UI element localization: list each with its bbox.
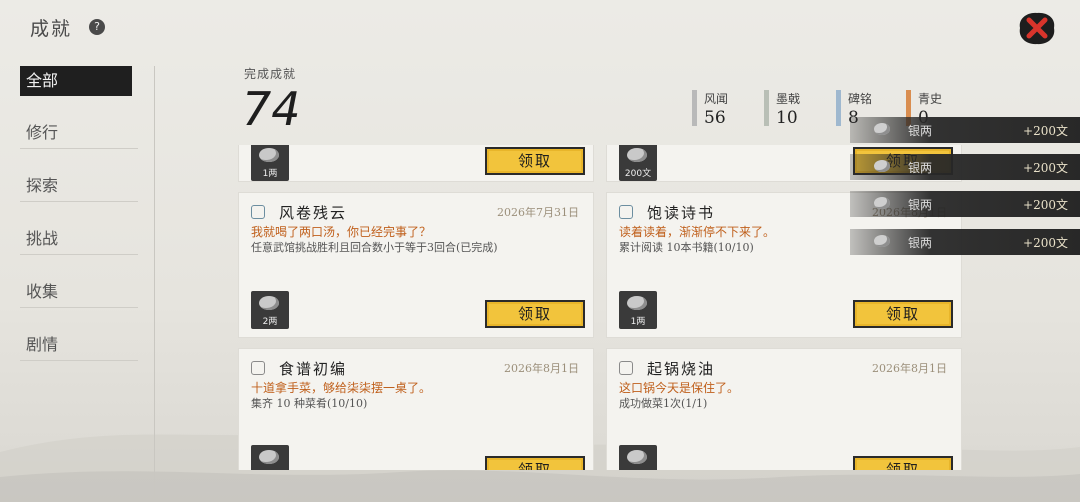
claim-button[interactable]: 领取 (485, 147, 585, 175)
silver-ingot-icon (627, 296, 647, 310)
reward-item (251, 445, 289, 470)
achievement-quote: 读着读着，渐渐停不下来了。 (619, 225, 776, 239)
achievement-date: 2026年8月1日 (504, 362, 579, 375)
silver-ingot-icon (259, 296, 279, 310)
achievement-description: 任意武馆挑战胜利且回合数小于等于3回合(已完成) (251, 241, 498, 254)
category-value: 56 (704, 108, 726, 128)
achievement-category-icon (251, 205, 265, 219)
achievement-title: 饱读诗书 (647, 204, 716, 222)
category-label: 风闻 (704, 92, 729, 106)
toast-item-name: 银两 (908, 161, 933, 175)
category-label: 墨戟 (776, 92, 801, 106)
achievement-description: 累计阅读 10本书籍(10/10) (619, 241, 754, 254)
category-value: 10 (776, 108, 798, 128)
achievement-category-icon (251, 361, 265, 375)
achievement-date: 2026年7月31日 (497, 206, 579, 219)
achievement-category-icon (619, 361, 633, 375)
toast-amount: +200文 (1023, 198, 1068, 212)
silver-ingot-icon (627, 450, 647, 464)
claim-button[interactable]: 领取 (853, 456, 953, 470)
category-color-bar (692, 90, 697, 126)
toast-amount: +200文 (1023, 161, 1068, 175)
reward-item: 200文 (619, 145, 657, 181)
silver-ingot-icon (874, 197, 890, 209)
achievement-card: 风卷残云 2026年7月31日 我就喝了两口汤，你已经完事了？ 任意武馆挑战胜利… (238, 192, 594, 338)
close-icon[interactable] (1014, 8, 1060, 48)
reward-toast: 银两 +200文 (850, 191, 1080, 217)
achievement-quote: 十道拿手菜，够给柒柒摆一桌了。 (251, 381, 432, 395)
category-label: 青史 (918, 92, 943, 106)
page-title: 成就 (30, 18, 73, 40)
achievement-date: 2026年8月1日 (872, 362, 947, 375)
reward-item: 1两 (619, 291, 657, 329)
reward-quantity: 2两 (262, 317, 278, 327)
toast-amount: +200文 (1023, 124, 1068, 138)
achievement-title: 起锅烧油 (647, 360, 716, 378)
sidebar-item-all[interactable]: 全部 (20, 66, 132, 96)
achievement-card: 起锅烧油 2026年8月1日 这口锅今天是保住了。 成功做菜1次(1/1) 领取 (606, 348, 962, 470)
category-color-bar (764, 90, 769, 126)
reward-quantity: 200文 (624, 169, 652, 179)
reward-toast: 银两 +200文 (850, 154, 1080, 180)
silver-ingot-icon (874, 235, 890, 247)
sidebar-item-challenge[interactable]: 挑战 (20, 224, 138, 255)
sidebar: 全部 修行 探索 挑战 收集 剧情 (20, 66, 155, 502)
reward-toast: 银两 +200文 (850, 117, 1080, 143)
silver-ingot-icon (259, 450, 279, 464)
reward-quantity: 1两 (262, 169, 278, 179)
claim-button[interactable]: 领取 (485, 456, 585, 470)
category-label: 碑铭 (848, 92, 873, 106)
achievement-title: 食谱初编 (279, 360, 348, 378)
achievement-card: 食谱初编 2026年8月1日 十道拿手菜，够给柒柒摆一桌了。 集齐 10 种菜肴… (238, 348, 594, 470)
reward-item (619, 445, 657, 470)
silver-ingot-icon (874, 160, 890, 172)
sidebar-item-story[interactable]: 剧情 (20, 330, 138, 361)
reward-item: 1两 (251, 145, 289, 181)
toast-amount: +200文 (1023, 236, 1068, 250)
silver-ingot-icon (627, 148, 647, 162)
achievement-card: 1两 领取 (238, 145, 594, 182)
achievement-category-icon (619, 205, 633, 219)
help-icon[interactable]: ? (89, 19, 105, 35)
toast-item-name: 银两 (908, 236, 933, 250)
category-color-bar (836, 90, 841, 126)
achievement-description: 成功做菜1次(1/1) (619, 397, 708, 410)
sidebar-item-explore[interactable]: 探索 (20, 171, 138, 202)
category-moji: 墨戟 10 (764, 90, 824, 128)
claim-button[interactable]: 领取 (853, 300, 953, 328)
reward-toast: 银两 +200文 (850, 229, 1080, 255)
sidebar-item-cultivation[interactable]: 修行 (20, 118, 138, 149)
toast-item-name: 银两 (908, 198, 933, 212)
reward-quantity: 1两 (630, 317, 646, 327)
silver-ingot-icon (259, 148, 279, 162)
category-fengwen: 风闻 56 (692, 90, 752, 128)
achievement-quote: 我就喝了两口汤，你已经完事了？ (251, 225, 432, 239)
toast-item-name: 银两 (908, 124, 933, 138)
achievement-title: 风卷残云 (279, 204, 348, 222)
achievement-quote: 这口锅今天是保住了。 (619, 381, 740, 395)
completed-count: 74 (242, 82, 301, 136)
completed-label: 完成成就 (244, 67, 297, 81)
silver-ingot-icon (874, 123, 890, 135)
achievement-description: 集齐 10 种菜肴(10/10) (251, 397, 368, 410)
claim-button[interactable]: 领取 (485, 300, 585, 328)
reward-item: 2两 (251, 291, 289, 329)
sidebar-item-collect[interactable]: 收集 (20, 277, 138, 308)
